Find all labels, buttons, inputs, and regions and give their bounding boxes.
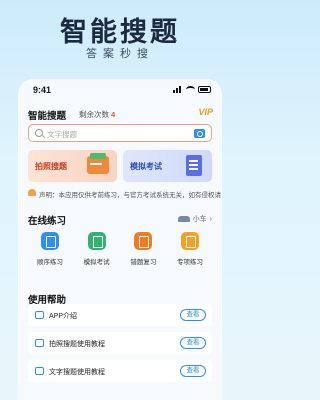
help-row-photo-tutorial[interactable]: 拍照搜题使用教程 查看 — [28, 332, 212, 354]
remaining-count: 剩余次数 4 — [79, 109, 115, 120]
help-row-label: APP介绍 — [49, 313, 78, 320]
help-row-text-tutorial[interactable]: 文字搜题使用教程 查看 — [28, 360, 212, 382]
status-bar: 9:41 — [19, 80, 221, 102]
vehicle-label: 小车 — [192, 216, 207, 223]
speaker-icon — [28, 189, 36, 196]
car-icon — [177, 216, 190, 222]
battery-icon — [198, 86, 211, 93]
hero-title: 智能搜题 — [60, 17, 180, 47]
status-time: 9:41 — [33, 85, 52, 95]
practice-section-title: 在线练习 — [28, 216, 67, 227]
pencil-icon — [87, 232, 106, 250]
signal-icon — [173, 86, 183, 93]
photo-search-card[interactable]: 拍照搜题 — [28, 150, 117, 182]
mock-exam-card[interactable]: 模拟考试 — [123, 150, 212, 182]
book-icon — [41, 232, 59, 250]
remaining-number: 4 — [111, 110, 116, 119]
practice-item-special[interactable]: 专项练习 — [168, 228, 212, 280]
search-bar[interactable]: 文字搜题 — [28, 124, 212, 142]
app-title: 智能搜题 — [28, 111, 67, 122]
vip-badge[interactable]: VIP — [198, 107, 213, 117]
practice-item-sequential[interactable]: 顺序练习 — [28, 228, 72, 280]
notice-text: 声明：本应用仅供考前练习，与官方考试系统无关，如有侵权请联系删除 — [39, 192, 221, 199]
practice-item-label: 顺序练习 — [37, 259, 63, 266]
app-header: 智能搜题 剩余次数 4 VIP — [19, 104, 221, 124]
camera-icon[interactable] — [194, 129, 205, 138]
view-button[interactable]: 查看 — [180, 365, 206, 377]
notice-bar: 声明：本应用仅供考前练习，与官方考试系统无关，如有侵权请联系删除 — [28, 187, 221, 199]
camera-outline-icon — [35, 339, 44, 347]
remaining-label: 剩余次数 — [79, 110, 109, 119]
photo-search-label: 拍照搜题 — [35, 162, 67, 171]
phone-screen: 9:41 智能搜题 剩余次数 4 VIP 文字搜题 拍照搜题 模拟考试 声明：本应… — [19, 80, 221, 400]
wifi-icon — [186, 86, 195, 93]
hero-banner: 智能搜题 答案秒搜 — [0, 0, 240, 78]
document-icon — [186, 155, 202, 176]
practice-grid: 顺序练习 模拟考试 错题复习 专项练习 — [28, 228, 212, 280]
text-icon — [35, 367, 44, 375]
practice-item-label: 模拟考试 — [83, 259, 110, 266]
view-button[interactable]: 查看 — [180, 309, 206, 321]
practice-item-label: 专项练习 — [176, 259, 203, 266]
list-icon — [180, 232, 199, 250]
hero-subtitle: 答案秒搜 — [86, 48, 154, 60]
wallet-icon — [87, 153, 109, 174]
notebook-icon — [134, 232, 153, 250]
help-row-label: 拍照搜题使用教程 — [49, 341, 105, 348]
search-icon — [35, 129, 43, 137]
help-row-label: 文字搜题使用教程 — [49, 369, 105, 376]
mock-exam-label: 模拟考试 — [130, 162, 162, 171]
practice-item-label: 错题复习 — [130, 259, 157, 266]
chevron-right-icon: › — [209, 215, 212, 223]
help-row-app-intro[interactable]: APP介绍 查看 — [28, 304, 212, 326]
status-icons — [173, 86, 211, 93]
search-placeholder[interactable]: 文字搜题 — [47, 129, 77, 140]
view-button[interactable]: 查看 — [180, 337, 206, 349]
info-icon — [35, 311, 44, 319]
vehicle-selector[interactable]: 小车 › — [177, 214, 212, 224]
practice-item-mock-exam[interactable]: 模拟考试 — [75, 228, 119, 280]
practice-item-mistakes[interactable]: 错题复习 — [121, 228, 165, 280]
